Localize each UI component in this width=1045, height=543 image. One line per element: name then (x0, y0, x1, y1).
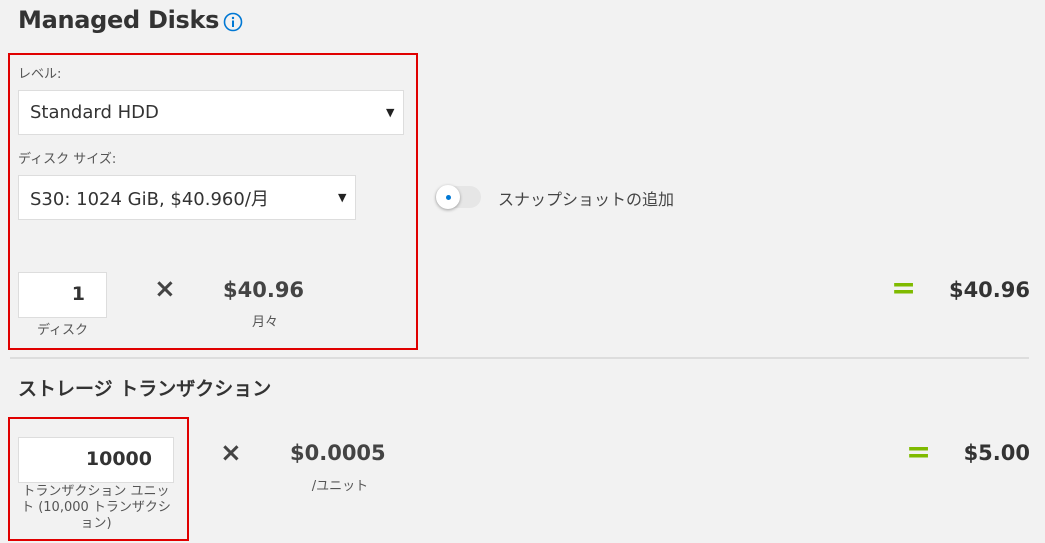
multiply-icon: × (220, 438, 242, 468)
disk-price-unit: 月々 (251, 315, 278, 330)
info-icon[interactable] (223, 12, 243, 32)
multiply-icon: × (154, 274, 176, 304)
transaction-price-unit: /ユニット (311, 479, 369, 494)
disk-quantity-unit: ディスク (36, 323, 89, 338)
disk-quantity-input[interactable]: 1 (18, 272, 107, 318)
disk-total: $40.96 (948, 278, 1030, 302)
tier-label: レベル: (18, 67, 62, 82)
chevron-down-icon: ▼ (338, 191, 347, 204)
transaction-quantity-unit: トランザクション ユニット (10,000 トランザクション) (21, 484, 171, 531)
transaction-price: $0.0005 (290, 441, 386, 465)
tier-select[interactable]: Standard HDD (18, 90, 404, 135)
toggle-dot-icon (446, 195, 451, 200)
transaction-quantity-input[interactable]: 10000 (18, 437, 174, 483)
disk-size-select-value: S30: 1024 GiB, $40.960/月 (30, 188, 269, 210)
section-title-storage-transactions: ストレージ トランザクション (18, 378, 272, 400)
chevron-down-icon: ▼ (386, 106, 395, 119)
disk-size-select[interactable]: S30: 1024 GiB, $40.960/月 (18, 175, 356, 220)
disk-price: $40.96 (223, 278, 305, 302)
snapshot-toggle-label: スナップショットの追加 (498, 190, 675, 209)
tier-select-value: Standard HDD (30, 102, 159, 123)
transaction-total: $5.00 (963, 441, 1030, 465)
section-title-managed-disks: Managed Disks (18, 6, 220, 34)
equals-icon: = (906, 435, 932, 470)
section-divider (10, 357, 1029, 359)
equals-icon: = (891, 271, 917, 306)
disk-size-label: ディスク サイズ: (18, 152, 117, 167)
